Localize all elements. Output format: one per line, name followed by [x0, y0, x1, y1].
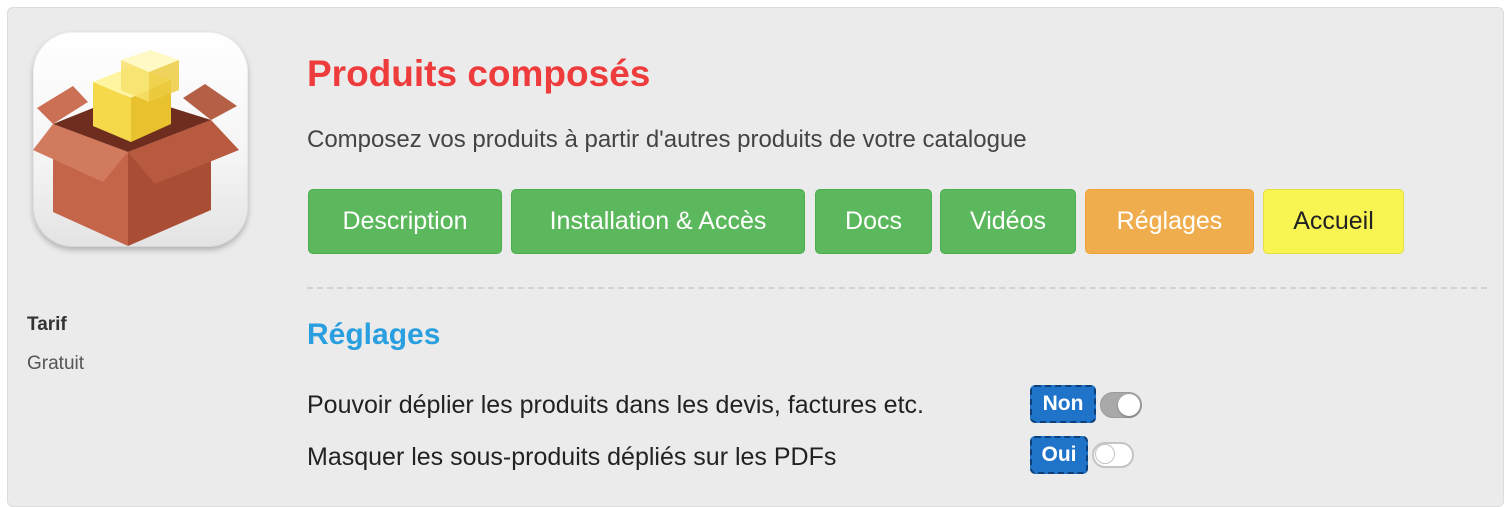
toggle-switch-hide-subproducts[interactable] — [1092, 442, 1134, 468]
tab-videos[interactable]: Vidéos — [940, 189, 1076, 254]
pricing-label: Tarif — [27, 314, 67, 335]
tab-description[interactable]: Description — [308, 189, 502, 254]
tab-docs[interactable]: Docs — [815, 189, 932, 254]
tab-installation[interactable]: Installation & Accès — [511, 189, 805, 254]
page-title: Produits composés — [307, 53, 651, 94]
setting-value-badge-unfold: Non — [1030, 385, 1096, 423]
settings-title: Réglages — [307, 318, 441, 351]
page-subtitle: Composez vos produits à partir d'autres … — [307, 126, 1027, 153]
package-box-icon — [33, 32, 248, 247]
tab-accueil[interactable]: Accueil — [1263, 189, 1404, 254]
toggle-switch-unfold-products[interactable] — [1100, 392, 1142, 418]
tab-reglages[interactable]: Réglages — [1085, 189, 1254, 254]
section-divider — [307, 287, 1487, 289]
toggle-knob — [1095, 444, 1115, 464]
setting-value-badge-hide: Oui — [1030, 436, 1088, 474]
toggle-knob — [1118, 394, 1140, 416]
setting-label-hide-subproducts: Masquer les sous-produits dépliés sur le… — [307, 443, 837, 471]
setting-label-unfold-products: Pouvoir déplier les produits dans les de… — [307, 391, 924, 419]
pricing-value: Gratuit — [27, 353, 85, 374]
